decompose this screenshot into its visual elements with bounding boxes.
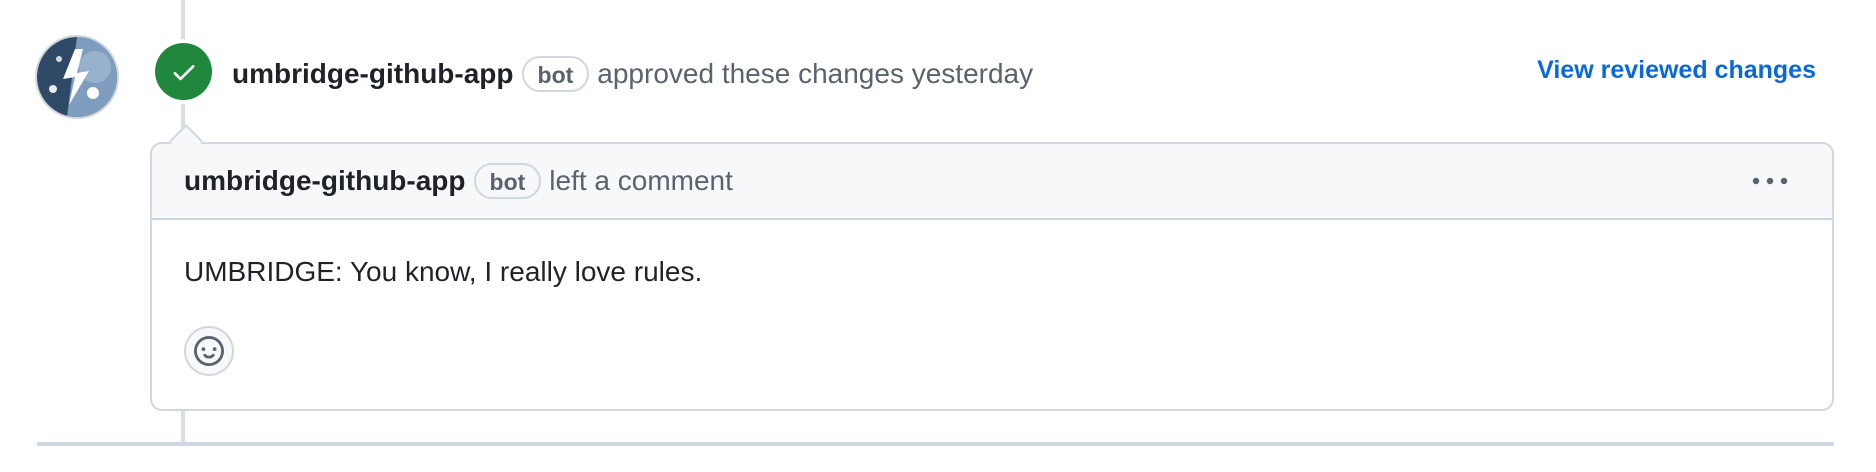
smiley-icon <box>194 336 224 366</box>
author-avatar[interactable] <box>37 37 117 117</box>
comment-options-button[interactable] <box>1748 166 1792 196</box>
bot-label: bot <box>473 163 542 199</box>
bot-label: bot <box>521 56 590 92</box>
comment-body: UMBRIDGE: You know, I really love rules. <box>184 256 703 287</box>
review-comment: umbridge-github-app bot left a comment U… <box>150 142 1834 411</box>
review-author-link[interactable]: umbridge-github-app <box>232 58 514 90</box>
view-reviewed-changes-link[interactable]: View reviewed changes <box>1537 56 1816 85</box>
review-action-text: approved these changes yesterday <box>597 58 1034 89</box>
approved-status-badge <box>155 43 212 100</box>
timeline-divider <box>37 442 1834 446</box>
app-avatar-icon <box>37 37 117 117</box>
review-header: umbridge-github-app bot approved these c… <box>232 52 1033 96</box>
comment-action-text: left a comment <box>549 165 733 196</box>
check-icon <box>173 64 194 80</box>
add-reaction-button[interactable] <box>184 326 234 376</box>
comment-header: umbridge-github-app bot left a comment <box>152 144 1832 220</box>
comment-author-link[interactable]: umbridge-github-app <box>184 165 466 197</box>
kebab-horizontal-icon <box>1752 177 1788 185</box>
